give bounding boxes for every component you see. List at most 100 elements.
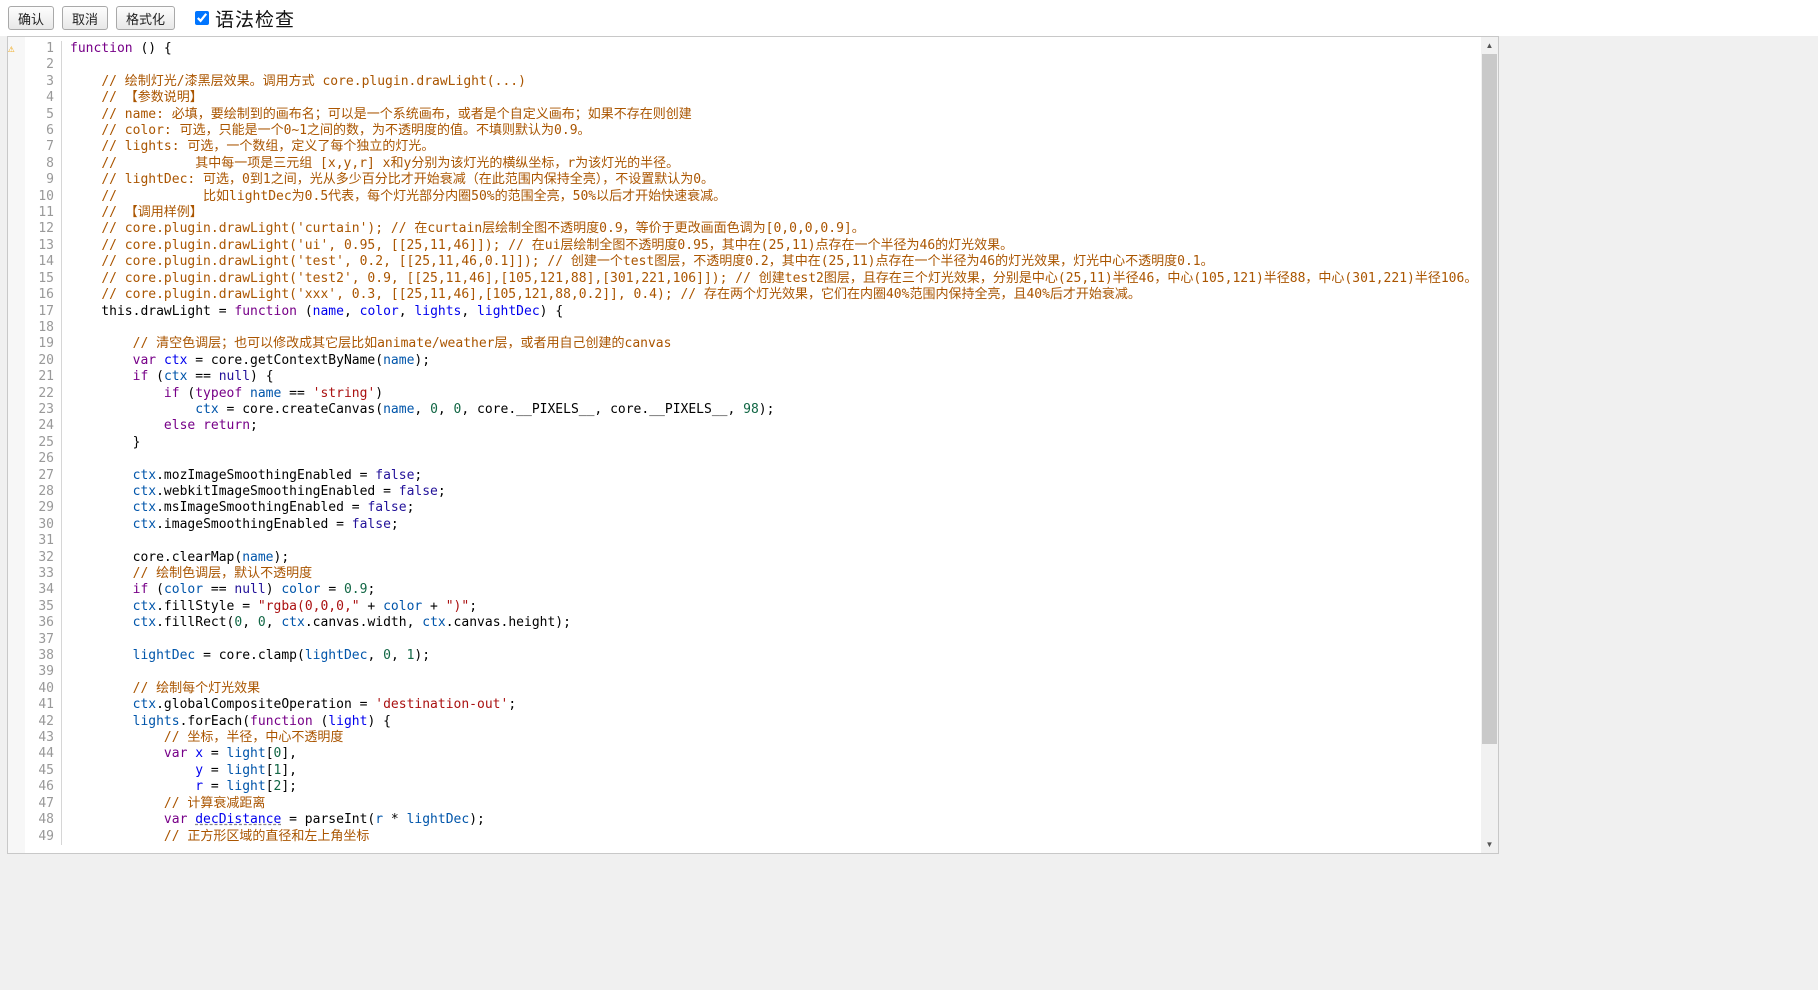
code-line[interactable]: 24 else return; xyxy=(8,418,1480,434)
code-line[interactable]: 41 ctx.globalCompositeOperation = 'desti… xyxy=(8,697,1480,713)
line-number: 43 xyxy=(38,730,54,745)
code-token xyxy=(70,829,164,844)
code-line[interactable]: 31 xyxy=(8,533,1480,549)
line-number: 7 xyxy=(46,139,54,154)
code-line[interactable]: 37 xyxy=(8,632,1480,648)
line-number: 1 xyxy=(46,41,54,56)
line-gutter: 26 xyxy=(8,451,62,467)
code-line[interactable]: 30 ctx.imageSmoothingEnabled = false; xyxy=(8,517,1480,533)
code-token: = core.clamp( xyxy=(195,648,305,663)
code-line[interactable]: 6 // color: 可选，只能是一个0~1之间的数，为不透明度的值。不填则默… xyxy=(8,123,1480,139)
line-gutter: 23 xyxy=(8,402,62,418)
code-line[interactable]: 19 // 清空色调层；也可以修改成其它层比如animate/weather层，… xyxy=(8,336,1480,352)
code-line[interactable]: 40 // 绘制每个灯光效果 xyxy=(8,681,1480,697)
line-number: 25 xyxy=(38,435,54,450)
code-line[interactable]: 47 // 计算衰减距离 xyxy=(8,796,1480,812)
code-token: = xyxy=(203,779,226,794)
scroll-thumb[interactable] xyxy=(1482,54,1497,744)
line-gutter: 28 xyxy=(8,484,62,500)
code-line[interactable]: 10 // 比如lightDec为0.5代表，每个灯光部分内圈50%的范围全亮，… xyxy=(8,189,1480,205)
code-line[interactable]: 27 ctx.mozImageSmoothingEnabled = false; xyxy=(8,468,1480,484)
code-token: .imageSmoothingEnabled = xyxy=(156,517,352,532)
code-token: // core.plugin.drawLight('xxx', 0.3, [[2… xyxy=(101,287,1141,302)
code-line[interactable]: 25 } xyxy=(8,435,1480,451)
code-editor[interactable]: ⚠1function () {23 // 绘制灯光/漆黑层效果。调用方式 cor… xyxy=(7,36,1499,854)
code-line[interactable]: 16 // core.plugin.drawLight('xxx', 0.3, … xyxy=(8,287,1480,303)
code-line[interactable]: 35 ctx.fillStyle = "rgba(0,0,0," + color… xyxy=(8,599,1480,615)
code-token: , xyxy=(344,304,360,319)
code-line[interactable]: 45 y = light[1], xyxy=(8,763,1480,779)
code-token xyxy=(70,386,164,401)
code-token xyxy=(70,566,133,581)
code-token: [ xyxy=(266,763,274,778)
code-line[interactable]: 38 lightDec = core.clamp(lightDec, 0, 1)… xyxy=(8,648,1480,664)
line-gutter: 37 xyxy=(8,632,62,648)
code-line[interactable]: 7 // lights: 可选，一个数组，定义了每个独立的灯光。 xyxy=(8,139,1480,155)
scroll-down-icon[interactable]: ▼ xyxy=(1481,836,1498,853)
code-line[interactable]: 11 // 【调用样例】 xyxy=(8,205,1480,221)
code-line[interactable]: 42 lights.forEach(function (light) { xyxy=(8,714,1480,730)
code-line[interactable]: 2 xyxy=(8,57,1480,73)
scroll-up-icon[interactable]: ▲ xyxy=(1481,37,1498,54)
line-gutter: 20 xyxy=(8,353,62,369)
code-line[interactable]: 14 // core.plugin.drawLight('test', 0.2,… xyxy=(8,254,1480,270)
code-line[interactable]: 17 this.drawLight = function (name, colo… xyxy=(8,304,1480,320)
code-line[interactable]: 20 var ctx = core.getContextByName(name)… xyxy=(8,353,1480,369)
code-token: // 比如lightDec为0.5代表，每个灯光部分内圈50%的范围全亮，50%… xyxy=(101,189,726,204)
code-line[interactable]: 5 // name: 必填，要绘制到的画布名；可以是一个系统画布，或者是个自定义… xyxy=(8,107,1480,123)
code-line[interactable]: 21 if (ctx == null) { xyxy=(8,369,1480,385)
code-line[interactable]: 12 // core.plugin.drawLight('curtain'); … xyxy=(8,221,1480,237)
cancel-button[interactable]: 取消 xyxy=(62,6,108,30)
code-token: // name: 必填，要绘制到的画布名；可以是一个系统画布，或者是个自定义画布… xyxy=(101,107,691,122)
code-line[interactable]: 36 ctx.fillRect(0, 0, ctx.canvas.width, … xyxy=(8,615,1480,631)
code-token: // 绘制色调层，默认不透明度 xyxy=(133,566,312,581)
line-number: 5 xyxy=(46,107,54,122)
code-token: + xyxy=(360,599,383,614)
code-token: color xyxy=(360,304,399,319)
code-line[interactable]: ⚠1function () { xyxy=(8,41,1480,57)
code-line[interactable]: 44 var x = light[0], xyxy=(8,746,1480,762)
code-token: false xyxy=(367,500,406,515)
code-line[interactable]: 49 // 正方形区域的直径和左上角坐标 xyxy=(8,829,1480,845)
syntax-check-checkbox[interactable] xyxy=(195,11,209,25)
code-line[interactable]: 46 r = light[2]; xyxy=(8,779,1480,795)
code-line[interactable]: 29 ctx.msImageSmoothingEnabled = false; xyxy=(8,500,1480,516)
vertical-scrollbar[interactable]: ▲ ▼ xyxy=(1481,37,1498,853)
format-button[interactable]: 格式化 xyxy=(116,6,175,30)
code-token xyxy=(70,648,133,663)
code-token: lightDec xyxy=(305,648,368,663)
code-line[interactable]: 28 ctx.webkitImageSmoothingEnabled = fal… xyxy=(8,484,1480,500)
line-gutter: 15 xyxy=(8,271,62,287)
code-line[interactable]: 34 if (color == null) color = 0.9; xyxy=(8,582,1480,598)
line-number: 22 xyxy=(38,386,54,401)
line-gutter: 33 xyxy=(8,566,62,582)
code-token: // core.plugin.drawLight('test', 0.2, [[… xyxy=(101,254,1213,269)
code-line[interactable]: 3 // 绘制灯光/漆黑层效果。调用方式 core.plugin.drawLig… xyxy=(8,74,1480,90)
code-token: ctx xyxy=(195,402,218,417)
code-token: ctx xyxy=(133,484,156,499)
code-line[interactable]: 48 var decDistance = parseInt(r * lightD… xyxy=(8,812,1480,828)
code-line[interactable]: 33 // 绘制色调层，默认不透明度 xyxy=(8,566,1480,582)
line-gutter: 32 xyxy=(8,550,62,566)
code-line[interactable]: 39 xyxy=(8,664,1480,680)
code-token: ( xyxy=(313,714,329,729)
code-line[interactable]: 26 xyxy=(8,451,1480,467)
code-line[interactable]: 43 // 坐标，半径，中心不透明度 xyxy=(8,730,1480,746)
line-number: 10 xyxy=(38,189,54,204)
code-line[interactable]: 13 // core.plugin.drawLight('ui', 0.95, … xyxy=(8,238,1480,254)
code-line[interactable]: 23 ctx = core.createCanvas(name, 0, 0, c… xyxy=(8,402,1480,418)
code-line[interactable]: 32 core.clearMap(name); xyxy=(8,550,1480,566)
warning-icon[interactable]: ⚠ xyxy=(8,41,23,57)
code-line[interactable]: 9 // lightDec: 可选，0到1之间，光从多少百分比才开始衰减（在此范… xyxy=(8,172,1480,188)
line-number: 4 xyxy=(46,90,54,105)
confirm-button[interactable]: 确认 xyxy=(8,6,54,30)
line-gutter: 11 xyxy=(8,205,62,221)
line-gutter: 10 xyxy=(8,189,62,205)
code-token: ctx xyxy=(133,468,156,483)
code-line[interactable]: 8 // 其中每一项是三元组 [x,y,r] x和y分别为该灯光的横纵坐标，r为… xyxy=(8,156,1480,172)
code-line[interactable]: 22 if (typeof name == 'string') xyxy=(8,386,1480,402)
line-gutter: 2 xyxy=(8,57,62,73)
code-line[interactable]: 4 // 【参数说明】 xyxy=(8,90,1480,106)
code-line[interactable]: 18 xyxy=(8,320,1480,336)
code-line[interactable]: 15 // core.plugin.drawLight('test2', 0.9… xyxy=(8,271,1480,287)
